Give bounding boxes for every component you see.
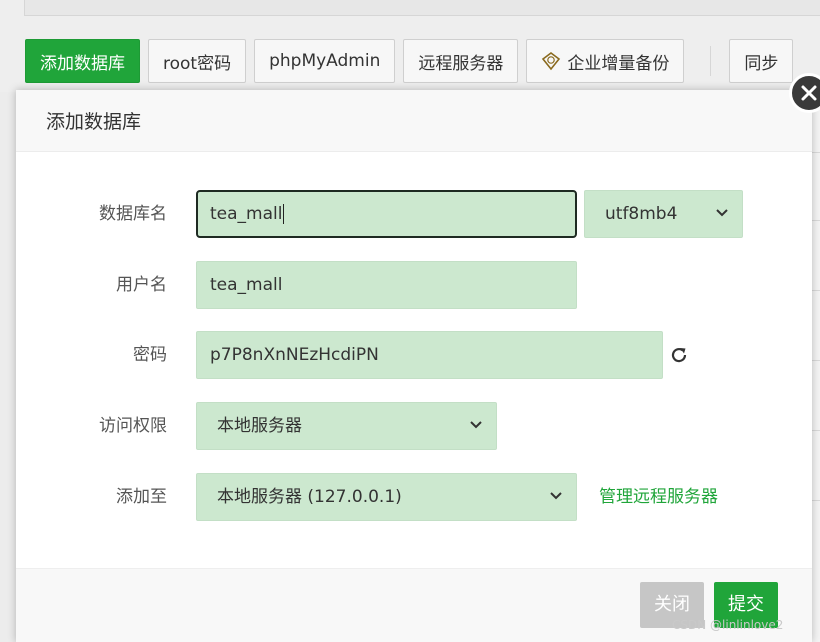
username-value: tea_mall	[210, 275, 283, 295]
charset-value: utf8mb4	[605, 204, 678, 224]
text-caret	[283, 204, 285, 224]
username-row: 用户名 tea_mall	[16, 261, 812, 309]
add-database-button[interactable]: 添加数据库	[25, 39, 140, 83]
chevron-down-icon	[470, 421, 482, 429]
db-name-label: 数据库名	[99, 204, 167, 224]
password-row: 密码 p7P8nXnNEzHcdiPN	[16, 331, 812, 379]
refresh-icon[interactable]	[669, 345, 689, 365]
close-icon	[801, 85, 817, 101]
password-input[interactable]: p7P8nXnNEzHcdiPN	[196, 331, 663, 379]
phpmyadmin-button[interactable]: phpMyAdmin	[254, 39, 396, 83]
username-input[interactable]: tea_mall	[196, 261, 577, 309]
manage-remote-servers-link[interactable]: 管理远程服务器	[599, 473, 718, 521]
root-password-button[interactable]: root密码	[148, 39, 247, 83]
watermark: CSDN @linlinlove2	[672, 618, 784, 632]
password-label: 密码	[133, 345, 167, 365]
access-row: 访问权限 本地服务器	[16, 402, 812, 450]
remote-server-button[interactable]: 远程服务器	[403, 39, 519, 83]
db-name-input[interactable]: tea_mall	[196, 190, 577, 238]
add-database-dialog: 添加数据库 数据库名 tea_mall utf8mb4 用户名 tea_mall…	[16, 90, 812, 642]
username-label: 用户名	[116, 275, 167, 295]
add-to-select[interactable]: 本地服务器 (127.0.0.1)	[196, 473, 577, 521]
top-panel	[24, 0, 820, 16]
add-to-row: 添加至 本地服务器 (127.0.0.1) 管理远程服务器	[16, 473, 812, 521]
toolbar-divider	[710, 46, 712, 76]
add-to-label: 添加至	[116, 487, 167, 507]
dialog-title: 添加数据库	[46, 111, 142, 133]
sync-button[interactable]: 同步	[729, 39, 794, 83]
add-to-value: 本地服务器 (127.0.0.1)	[217, 487, 402, 507]
access-value: 本地服务器	[217, 416, 302, 436]
db-name-value: tea_mall	[210, 204, 283, 224]
dialog-header: 添加数据库	[16, 90, 812, 152]
diamond-icon	[542, 52, 561, 71]
enterprise-backup-button[interactable]: 企业增量备份	[526, 39, 685, 83]
password-value: p7P8nXnNEzHcdiPN	[210, 345, 379, 365]
chevron-down-icon	[550, 492, 562, 500]
chevron-down-icon	[716, 209, 728, 217]
enterprise-backup-label: 企业增量备份	[567, 53, 670, 74]
background-table-edge	[812, 92, 820, 642]
access-label: 访问权限	[99, 416, 167, 436]
charset-select[interactable]: utf8mb4	[584, 190, 743, 238]
access-select[interactable]: 本地服务器	[196, 402, 497, 450]
db-name-row: 数据库名 tea_mall utf8mb4	[16, 190, 812, 238]
database-toolbar: 添加数据库 root密码 phpMyAdmin 远程服务器 企业增量备份 同步	[25, 39, 801, 83]
